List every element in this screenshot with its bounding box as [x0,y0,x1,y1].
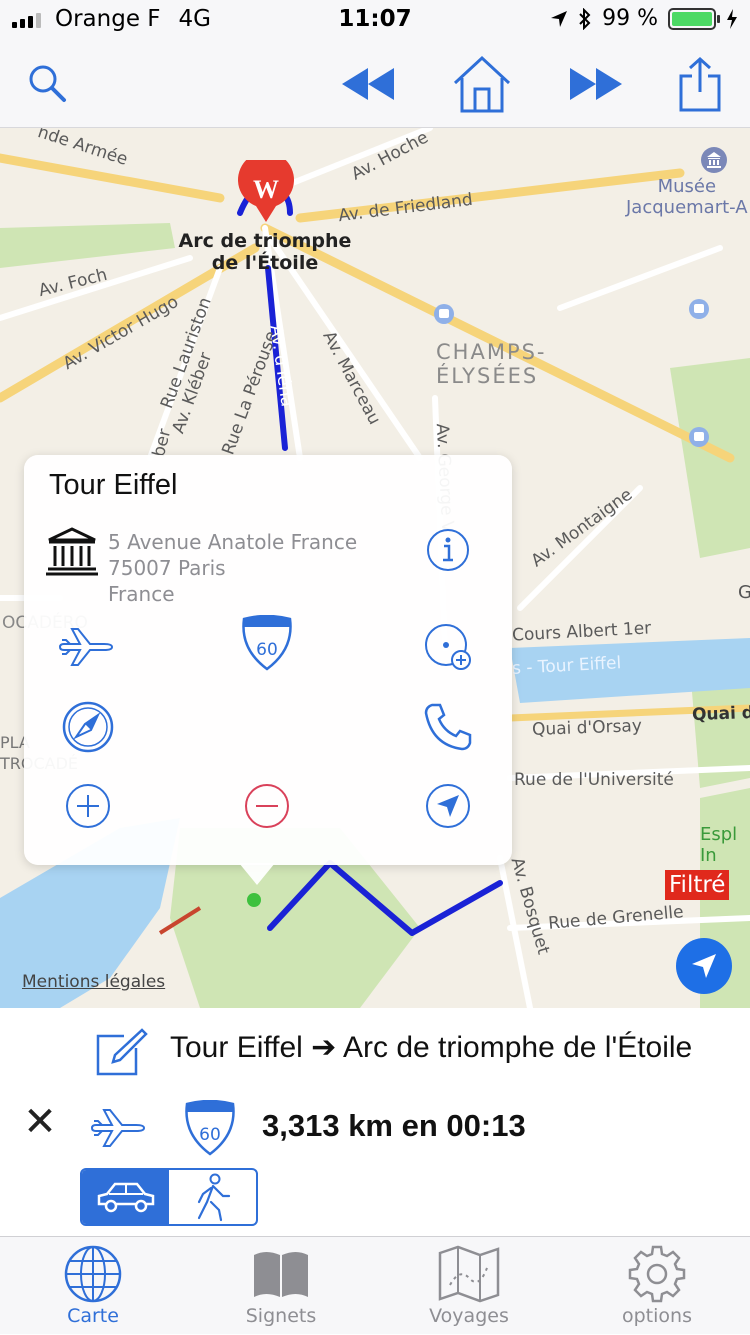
place-popover: Tour Eiffel 5 Avenue Anatole France 7500… [24,455,512,885]
highway-number: 60 [256,640,278,660]
compass-button[interactable] [60,699,116,755]
tab-voyages[interactable]: Voyages [394,1243,544,1335]
home-button[interactable] [450,52,514,116]
street-label: Quai d [691,702,750,726]
tab-label: options [622,1305,692,1327]
museum-icon [701,147,727,173]
fast-forward-icon [570,68,622,100]
top-toolbar [0,40,750,128]
street-label: Quai d'Orsay [531,716,643,740]
legal-link[interactable]: Mentions légales [22,972,165,992]
popover-tail [239,863,275,885]
tab-options[interactable]: options [582,1243,732,1335]
folded-map-icon [438,1245,500,1303]
home-icon [453,55,511,113]
address-line: 5 Avenue Anatole France [108,530,358,554]
highway-route-button[interactable]: 60 [239,615,295,671]
share-icon [679,56,721,112]
navigate-button[interactable] [420,778,476,834]
battery-icon [668,7,720,30]
wikipedia-pin[interactable]: W [236,151,296,224]
popover-title: Tour Eiffel [49,469,178,501]
info-button[interactable] [420,522,476,578]
edit-route-button[interactable] [94,1026,148,1076]
plus-circle-icon [66,784,110,828]
street-label: Rue de l'Université [514,770,674,790]
airplane-icon [90,1109,146,1147]
location-arrow-icon [692,954,716,978]
bluetooth-icon [579,7,591,30]
address-line: France [108,582,175,606]
route-highway-button[interactable]: 60 [182,1100,238,1156]
close-route-button[interactable]: ✕ [20,1100,60,1144]
status-bar: Orange F 4G 11:07 99 % [0,0,750,40]
route-summary: 3,313 km en 00:13 [262,1108,526,1143]
tab-carte[interactable]: Carte [18,1243,168,1335]
filter-badge[interactable]: Filtré [665,870,730,900]
highway-number: 60 [199,1125,221,1145]
mode-walk-button[interactable] [169,1170,256,1224]
previous-button[interactable] [336,52,400,116]
highway-shield-icon: 60 [185,1100,235,1156]
address-line: 75007 Paris [108,556,226,580]
zoom-in-button[interactable] [60,778,116,834]
route-title: Tour Eiffel ➔ Arc de triomphe de l'Étoil… [170,1031,693,1064]
monument-icon [44,523,100,579]
metro-icon [689,427,709,447]
district-label: CHAMPS- ÉLYSÉES [436,340,547,388]
tab-bar: Carte Signets Voyages options [0,1236,750,1334]
poi-label: Musée Jacquemart-A [626,176,748,218]
airplane-icon [58,628,114,666]
route-flight-button[interactable] [90,1100,146,1156]
location-arrow-icon [551,10,568,27]
edit-icon [96,1028,148,1076]
next-button[interactable] [564,52,628,116]
transport-mode-control [80,1168,258,1226]
metro-icon [689,299,709,319]
metro-icon [434,304,454,324]
mode-car-button[interactable] [82,1170,169,1224]
landmark-label: Arc de triomphe de l'Étoile [178,230,352,274]
search-icon [29,65,66,102]
tab-label: Voyages [429,1305,509,1327]
tab-signets[interactable]: Signets [206,1243,356,1335]
navigation-arrow-icon [426,784,470,828]
minus-circle-icon [245,784,289,828]
search-button[interactable] [16,52,80,116]
svg-text:W: W [253,175,279,204]
highway-shield-icon: 60 [242,615,292,671]
poi-label: Espl In [700,824,738,866]
globe-icon [64,1245,122,1303]
add-location-button[interactable] [420,619,476,675]
battery-percent: 99 % [602,6,658,31]
gear-icon [628,1245,686,1303]
flight-distance-button[interactable] [58,619,114,675]
call-button[interactable] [420,699,476,755]
compass-icon [62,701,114,753]
locate-me-button[interactable] [676,938,732,994]
tab-label: Carte [67,1305,119,1327]
zoom-out-button[interactable] [239,778,295,834]
popover-address: 5 Avenue Anatole France 75007 Paris Fran… [108,529,357,607]
rewind-icon [342,68,394,100]
pedestrian-icon [197,1173,230,1222]
poi-label: GRAN [738,582,750,603]
phone-icon [424,703,472,751]
car-icon [97,1182,154,1213]
charging-icon [727,8,737,29]
tab-label: Signets [245,1305,317,1327]
book-icon [254,1252,308,1297]
wikipedia-pin-icon: W [238,151,294,223]
location-add-icon [425,624,471,670]
share-button[interactable] [668,52,732,116]
info-icon [427,529,469,571]
